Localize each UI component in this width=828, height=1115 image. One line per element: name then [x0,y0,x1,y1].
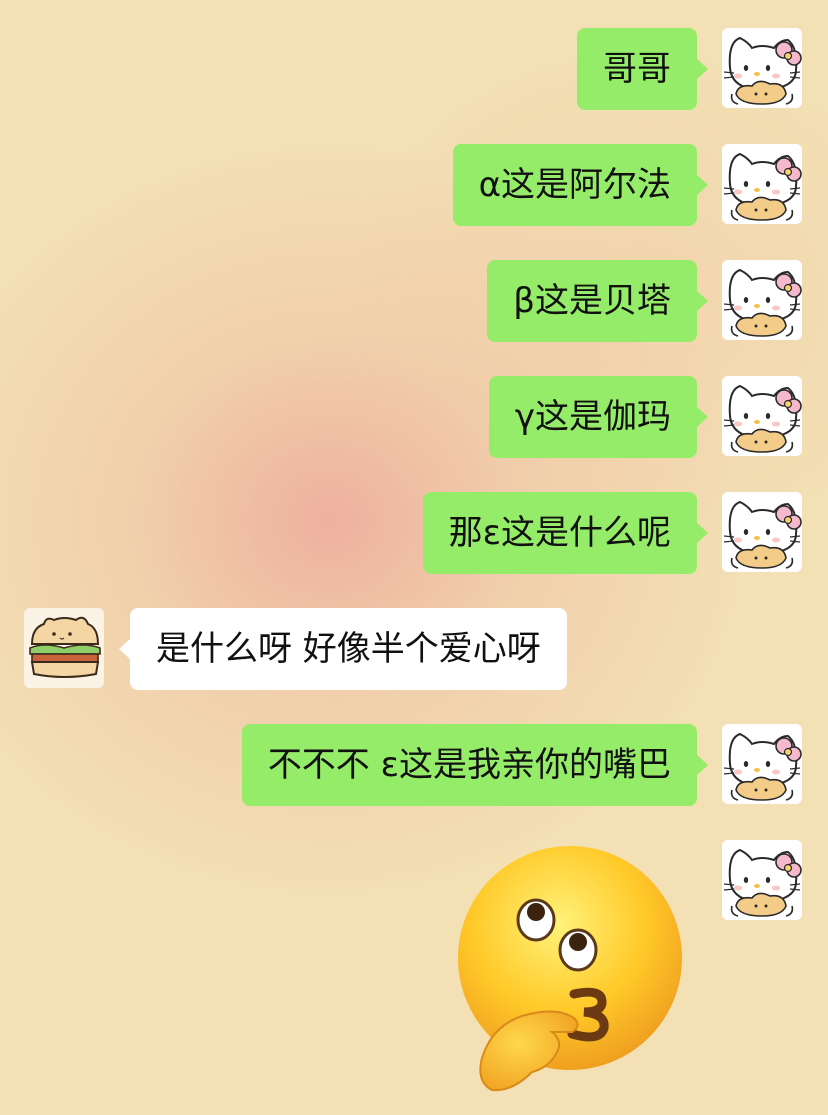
bear-sandwich-avatar-icon[interactable] [24,608,104,688]
message-row: 哥哥 [0,28,828,112]
hello-kitty-avatar-icon[interactable] [722,144,802,224]
sent-message-bubble[interactable]: γ这是伽玛 [488,376,709,458]
message-row: 那ε这是什么呢 [0,492,828,576]
sent-message-bubble[interactable]: 那ε这是什么呢 [422,492,709,574]
thinking-kiss-emoji-sticker[interactable] [452,846,702,1096]
hello-kitty-avatar-icon[interactable] [722,376,802,456]
hello-kitty-avatar-icon[interactable] [722,724,802,804]
sent-message-bubble[interactable]: 哥哥 [577,28,708,110]
message-row: β这是贝塔 [0,260,828,344]
message-row [0,840,828,924]
message-row: 不不不 ε这是我亲你的嘴巴 [0,724,828,808]
message-row: α这是阿尔法 [0,144,828,228]
hello-kitty-avatar-icon[interactable] [722,840,802,920]
received-message-bubble[interactable]: 是什么呀 好像半个爱心呀 [119,608,567,690]
emoji-eye-left [516,898,556,942]
sent-message-bubble[interactable]: 不不不 ε这是我亲你的嘴巴 [241,724,709,806]
hello-kitty-avatar-icon[interactable] [722,492,802,572]
message-row: 是什么呀 好像半个爱心呀 [0,608,828,692]
emoji-eye-right [558,928,598,972]
hello-kitty-avatar-icon[interactable] [722,28,802,108]
sent-message-bubble[interactable]: β这是贝塔 [487,260,708,342]
sent-message-bubble[interactable]: α这是阿尔法 [452,144,709,226]
message-row: γ这是伽玛 [0,376,828,460]
hello-kitty-avatar-icon[interactable] [722,260,802,340]
